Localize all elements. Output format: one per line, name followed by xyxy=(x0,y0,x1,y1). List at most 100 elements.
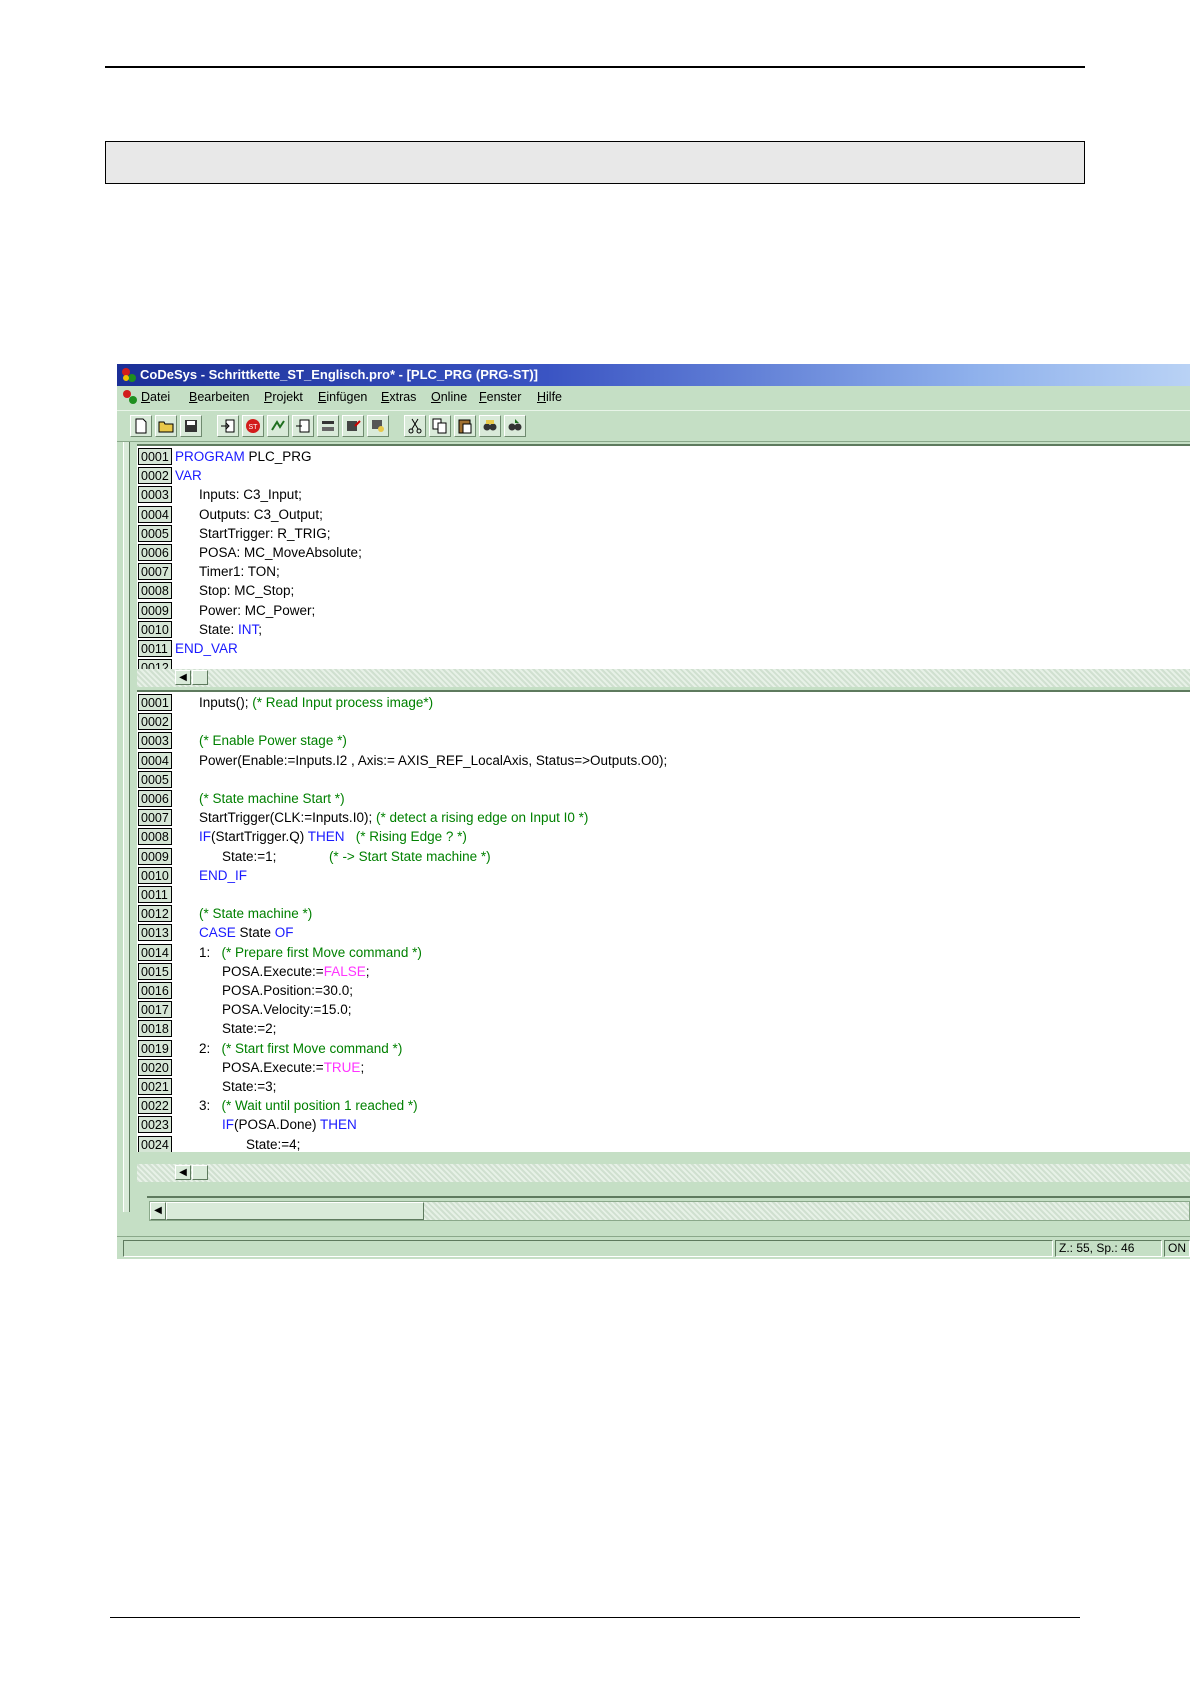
code-line[interactable]: 0009 State:=1; (* -> Start State machine … xyxy=(137,847,1190,867)
code-line[interactable]: 0022 3: (* Wait until position 1 reached … xyxy=(137,1097,1190,1116)
code-token: StartTrigger: R_TRIG; xyxy=(199,525,331,541)
code-line[interactable]: 0012 (* State machine *) xyxy=(137,905,1190,924)
menu-bearbeiten[interactable]: Bearbeiten xyxy=(189,386,249,408)
code-line[interactable]: 0007 Timer1: TON; xyxy=(137,563,1190,582)
code-token: 2: xyxy=(199,1040,222,1056)
code-line[interactable]: 0010 END_IF xyxy=(137,866,1190,886)
find-next-button[interactable] xyxy=(504,415,526,437)
scroll-left-arrow[interactable]: ◀ xyxy=(175,1165,191,1180)
paste-button[interactable] xyxy=(454,415,476,437)
code-line[interactable]: 0002 xyxy=(137,713,1190,732)
code-text: State:=2; xyxy=(222,1020,276,1039)
cut-button[interactable] xyxy=(404,415,426,437)
vertical-splitter[interactable] xyxy=(123,442,130,1212)
line-number: 0011 xyxy=(138,640,172,657)
code-line[interactable]: 0002 VAR xyxy=(137,467,1190,486)
menu-einfuegen[interactable]: Einfügen xyxy=(318,386,367,408)
code-line[interactable]: 0003 (* Enable Power stage *) xyxy=(137,732,1190,751)
keyword-token: VAR xyxy=(175,468,202,484)
code-line[interactable]: 0024 State:=4; xyxy=(137,1135,1190,1152)
document-icon[interactable] xyxy=(122,389,138,405)
scroll-left-arrow[interactable]: ◀ xyxy=(175,670,191,685)
body-hscroll[interactable]: ◀ xyxy=(137,1164,1190,1182)
window-hscroll[interactable]: ◀ xyxy=(147,1196,1190,1224)
code-line[interactable]: 0015 POSA.Execute:=FALSE; xyxy=(137,962,1190,982)
cut-icon xyxy=(408,418,422,434)
code-line[interactable]: 0008 Stop: MC_Stop; xyxy=(137,582,1190,601)
compile-button[interactable] xyxy=(342,415,364,437)
code-line[interactable]: 0023 IF(POSA.Done) THEN xyxy=(137,1116,1190,1135)
code-line[interactable]: 0006 POSA: MC_MoveAbsolute; xyxy=(137,544,1190,563)
code-line[interactable]: 0021 State:=3; xyxy=(137,1078,1190,1097)
code-text: 3: (* Wait until position 1 reached *) xyxy=(199,1097,418,1116)
literal-token: TRUE xyxy=(323,1059,361,1075)
code-token: State: xyxy=(199,621,239,637)
code-text: Inputs: C3_Input; xyxy=(199,486,302,505)
code-line[interactable]: 0013 CASE State OF xyxy=(137,924,1190,943)
step-icon xyxy=(296,419,310,433)
code-line[interactable]: 0016 POSA.Position:=30.0; xyxy=(137,982,1190,1001)
code-text: IF(StartTrigger.Q) THEN (* Rising Edge ?… xyxy=(199,828,467,847)
code-line[interactable]: 0008 IF(StartTrigger.Q) THEN (* Rising Ed… xyxy=(137,828,1190,847)
line-number: 0020 xyxy=(138,1058,172,1076)
line-number: 0009 xyxy=(138,847,172,865)
menu-online[interactable]: Online xyxy=(431,386,467,408)
left-frame xyxy=(117,442,137,1242)
code-text: POSA.Execute:=TRUE; xyxy=(222,1059,364,1078)
find-button[interactable] xyxy=(479,415,501,437)
run-button[interactable] xyxy=(267,415,289,437)
code-line[interactable]: 0011 xyxy=(137,886,1190,905)
scroll-left-arrow[interactable]: ◀ xyxy=(150,1202,166,1220)
step-button[interactable] xyxy=(292,415,314,437)
code-token: POSA: MC_MoveAbsolute; xyxy=(199,545,362,560)
body-editor[interactable]: 0001 Inputs(); (* Read Input process imag… xyxy=(137,690,1190,1152)
code-line[interactable]: 0018 State:=2; xyxy=(137,1020,1190,1039)
menu-datei[interactable]: Datei xyxy=(141,386,170,408)
code-line[interactable]: 0014 1: (* Prepare first Move command *) xyxy=(137,943,1190,963)
code-line[interactable]: 0005 StartTrigger: R_TRIG; xyxy=(137,524,1190,544)
code-line[interactable]: 0004 Power(Enable:=Inputs.I2 , Axis:= AXI… xyxy=(137,751,1190,771)
code-text: (* State machine Start *) xyxy=(199,790,345,809)
code-line[interactable]: 0007 StartTrigger(CLK:=Inputs.I0); (* det… xyxy=(137,809,1190,828)
code-token: (StartTrigger.Q) xyxy=(211,829,308,845)
line-number: 0021 xyxy=(138,1078,172,1095)
copy-button[interactable] xyxy=(429,415,451,437)
code-line[interactable]: 0011 END_VAR xyxy=(137,640,1190,659)
breakpoint-button[interactable] xyxy=(317,415,339,437)
breakpoint-icon xyxy=(322,421,334,431)
login-button[interactable] xyxy=(217,415,239,437)
code-text: State:=3; xyxy=(222,1078,276,1097)
stop-button[interactable]: ST xyxy=(242,415,264,437)
scroll-thumb[interactable] xyxy=(192,1165,208,1180)
code-line[interactable]: 0005 xyxy=(137,770,1190,790)
menu-hilfe[interactable]: Hilfe xyxy=(537,386,562,408)
scroll-thumb[interactable] xyxy=(192,670,208,685)
new-button[interactable] xyxy=(130,415,152,437)
code-token: Inputs(); xyxy=(199,695,253,710)
code-line[interactable]: 0001 Inputs(); (* Read Input process imag… xyxy=(137,694,1190,713)
menu-projekt[interactable]: Projekt xyxy=(264,386,303,408)
menu-extras[interactable]: Extras xyxy=(381,386,416,408)
code-text: Timer1: TON; xyxy=(199,563,280,582)
monitor-button[interactable] xyxy=(367,415,389,437)
code-line[interactable]: 0009 Power: MC_Power; xyxy=(137,601,1190,621)
keyword-token: END_IF xyxy=(199,867,248,883)
line-number: 0012 xyxy=(138,905,172,923)
menu-fenster[interactable]: Fenster xyxy=(479,386,521,408)
scroll-thumb[interactable] xyxy=(166,1202,424,1220)
code-line[interactable]: 0020 POSA.Execute:=TRUE; xyxy=(137,1058,1190,1078)
code-line[interactable]: 0003 Inputs: C3_Input; xyxy=(137,486,1190,505)
code-line[interactable]: 0019 2: (* Start first Move command *) xyxy=(137,1039,1190,1059)
save-button[interactable] xyxy=(180,415,202,437)
code-line[interactable]: 0017 POSA.Velocity:=15.0; xyxy=(137,1001,1190,1020)
code-line[interactable]: 0004 Outputs: C3_Output; xyxy=(137,505,1190,525)
declaration-editor[interactable]: 0001 PROGRAM PLC_PRG 0002 VAR 0003 Inputs: C3… xyxy=(137,444,1190,671)
code-line[interactable]: 0006 (* State machine Start *) xyxy=(137,790,1190,809)
code-token: Power: MC_Power; xyxy=(199,602,316,618)
code-line[interactable]: 0001 PROGRAM PLC_PRG xyxy=(137,448,1190,467)
code-line[interactable]: 0010 State: INT; xyxy=(137,620,1190,640)
open-button[interactable] xyxy=(155,415,177,437)
code-token: POSA.Execute:= xyxy=(222,963,324,979)
declaration-hscroll[interactable]: ◀ xyxy=(137,669,1190,687)
code-token: State:=1; xyxy=(222,848,329,864)
